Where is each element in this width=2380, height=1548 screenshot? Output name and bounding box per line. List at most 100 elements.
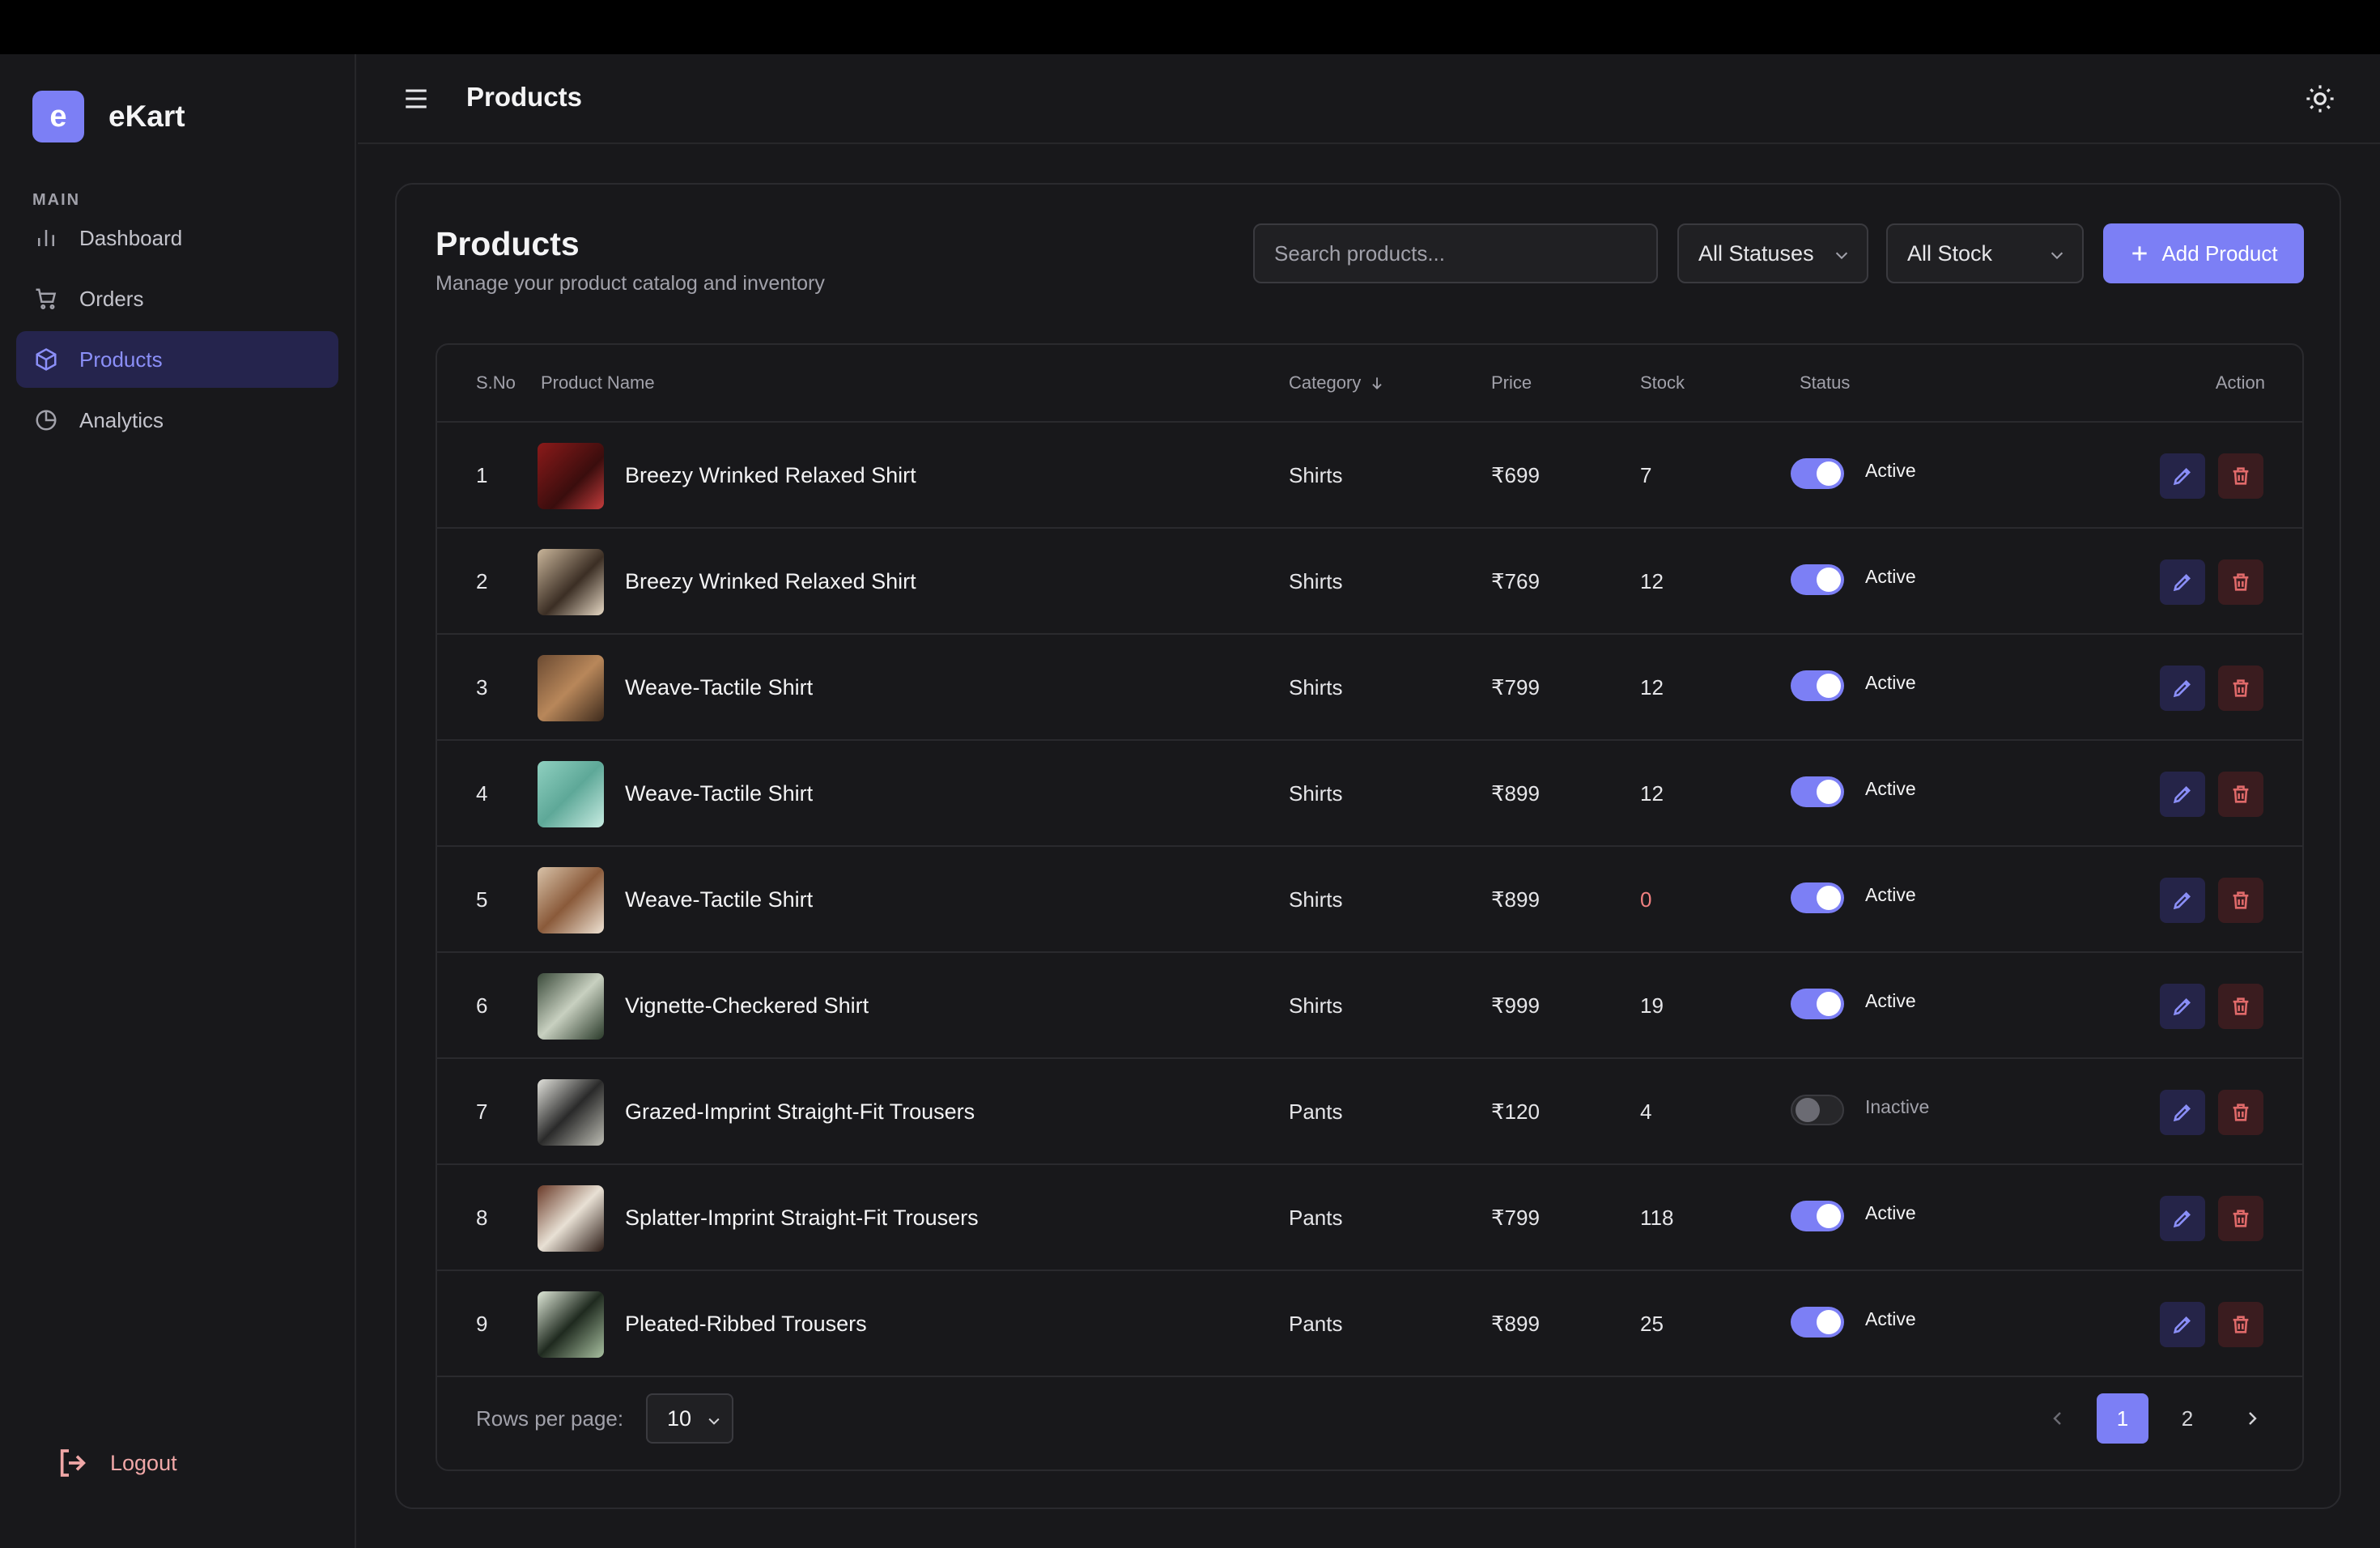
status-toggle[interactable] [1791, 1201, 1844, 1231]
rows-per-page-label: Rows per page: [476, 1406, 624, 1431]
cell-sno: 8 [476, 1206, 488, 1230]
cell-price: ₹799 [1491, 675, 1540, 700]
status-toggle[interactable] [1791, 1095, 1844, 1125]
edit-button[interactable] [2160, 559, 2205, 605]
sort-down-icon [1372, 377, 1382, 389]
edit-button[interactable] [2160, 984, 2205, 1029]
cell-stock: 12 [1640, 569, 1664, 593]
toggle-knob [1817, 461, 1841, 486]
status-toggle[interactable] [1791, 564, 1844, 595]
cell-product-name: Splatter-Imprint Straight-Fit Trousers [625, 1206, 979, 1230]
status-toggle[interactable] [1791, 670, 1844, 701]
trash-icon [2233, 1210, 2249, 1227]
table-row: 6 Vignette-Checkered Shirt Shirts ₹999 1… [437, 955, 2302, 1059]
table-row: 4 Weave-Tactile Shirt Shirts ₹899 12 Act… [437, 742, 2302, 847]
status-filter-select[interactable]: All Statuses [1677, 223, 1868, 283]
products-card: Products Manage your product catalog and… [395, 183, 2341, 1509]
cell-stock: 12 [1640, 675, 1664, 700]
cell-product-name: Weave-Tactile Shirt [625, 781, 814, 806]
cell-sno: 5 [476, 887, 488, 912]
edit-button[interactable] [2160, 1196, 2205, 1241]
column-header-category[interactable]: Category [1289, 372, 1385, 393]
logout-button[interactable]: Logout [57, 1447, 177, 1479]
trash-icon [2233, 1316, 2249, 1333]
cell-stock: 0 [1640, 887, 1652, 912]
pencil-icon [2173, 1316, 2191, 1334]
delete-button[interactable] [2218, 984, 2263, 1029]
status-label: Active [1865, 990, 1916, 1011]
column-header-name: Product Name [541, 372, 655, 393]
edit-button[interactable] [2160, 666, 2205, 711]
status-label: Active [1865, 566, 1916, 587]
edit-button[interactable] [2160, 1090, 2205, 1135]
pencil-icon [2173, 1104, 2191, 1122]
product-thumbnail [538, 655, 604, 721]
os-top-bar [0, 0, 2380, 54]
toggle-knob [1817, 568, 1841, 592]
status-toggle[interactable] [1791, 458, 1844, 489]
delete-button[interactable] [2218, 1302, 2263, 1347]
delete-button[interactable] [2218, 559, 2263, 605]
product-thumbnail [538, 1291, 604, 1358]
trash-icon [2233, 467, 2249, 485]
trash-icon [2233, 785, 2249, 803]
page-button-1[interactable]: 1 [2097, 1393, 2148, 1444]
brand[interactable]: e eKart [32, 91, 185, 142]
prev-page-button[interactable] [2032, 1393, 2084, 1444]
cell-stock: 19 [1640, 993, 1664, 1018]
status-toggle[interactable] [1791, 989, 1844, 1019]
cell-category: Pants [1289, 1206, 1343, 1230]
delete-button[interactable] [2218, 878, 2263, 923]
toggle-knob [1817, 780, 1841, 804]
sidebar-item-products[interactable]: Products [16, 331, 338, 388]
product-thumbnail [538, 443, 604, 509]
status-toggle[interactable] [1791, 882, 1844, 913]
page-button-2[interactable]: 2 [2161, 1393, 2213, 1444]
table-header: S.No Product Name Category Price Stock S… [437, 345, 2302, 423]
cell-product-name: Weave-Tactile Shirt [625, 675, 814, 700]
delete-button[interactable] [2218, 1196, 2263, 1241]
brand-logo: e [32, 91, 84, 142]
trash-icon [2233, 891, 2249, 909]
bar-chart-icon [38, 230, 54, 246]
pencil-icon [2173, 1210, 2191, 1228]
add-product-button[interactable]: Add Product [2103, 223, 2304, 283]
sidebar: e eKart MAIN Dashboard Orders Products A… [0, 54, 356, 1548]
status-toggle[interactable] [1791, 1307, 1844, 1337]
delete-button[interactable] [2218, 772, 2263, 817]
rows-per-page-select[interactable]: 10 [646, 1393, 733, 1444]
edit-button[interactable] [2160, 878, 2205, 923]
delete-button[interactable] [2218, 453, 2263, 499]
status-filter-value: All Statuses [1698, 241, 1814, 266]
delete-button[interactable] [2218, 1090, 2263, 1135]
status-toggle[interactable] [1791, 776, 1844, 807]
stock-filter-select[interactable]: All Stock [1886, 223, 2084, 283]
next-page-button[interactable] [2226, 1393, 2278, 1444]
logout-icon [60, 1449, 86, 1477]
edit-button[interactable] [2160, 1302, 2205, 1347]
products-table: S.No Product Name Category Price Stock S… [436, 343, 2304, 1471]
table-row: 7 Grazed-Imprint Straight-Fit Trousers P… [437, 1061, 2302, 1165]
pie-chart-icon [36, 410, 57, 431]
chevron-right-icon [2249, 1412, 2257, 1425]
product-thumbnail [538, 973, 604, 1040]
sidebar-item-orders[interactable]: Orders [16, 270, 338, 327]
cell-product-name: Grazed-Imprint Straight-Fit Trousers [625, 1099, 975, 1124]
menu-icon[interactable] [402, 85, 430, 113]
cell-category: Shirts [1289, 993, 1343, 1018]
delete-button[interactable] [2218, 666, 2263, 711]
cell-category: Pants [1289, 1099, 1343, 1124]
edit-button[interactable] [2160, 453, 2205, 499]
cell-product-name: Vignette-Checkered Shirt [625, 993, 869, 1018]
table-row: 9 Pleated-Ribbed Trousers Pants ₹899 25 … [437, 1273, 2302, 1377]
trash-icon [2233, 679, 2249, 697]
edit-button[interactable] [2160, 772, 2205, 817]
sun-icon[interactable] [2305, 83, 2335, 114]
cart-icon [36, 288, 57, 310]
top-header: Products [358, 54, 2380, 144]
product-thumbnail [538, 1079, 604, 1146]
search-input[interactable]: Search products... [1253, 223, 1658, 283]
sidebar-item-dashboard[interactable]: Dashboard [16, 210, 338, 266]
sidebar-item-label: Dashboard [79, 225, 183, 250]
sidebar-item-analytics[interactable]: Analytics [16, 392, 338, 449]
